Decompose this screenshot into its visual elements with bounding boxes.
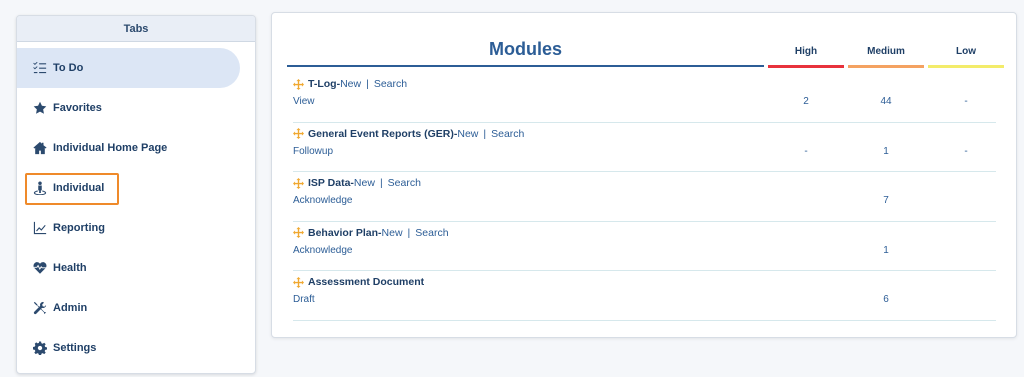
sidebar-item-individual[interactable]: Individual xyxy=(17,168,255,208)
module-row-isp-data: ISP Data - New | Search Acknowledge 7 xyxy=(293,172,996,222)
move-icon[interactable] xyxy=(293,177,304,189)
move-icon[interactable] xyxy=(293,128,304,139)
sidebar-item-settings[interactable]: Settings xyxy=(17,328,255,368)
new-link[interactable]: New xyxy=(382,227,403,239)
title-underline xyxy=(287,65,764,67)
column-header-medium: Medium xyxy=(867,46,905,57)
gear-icon xyxy=(33,341,47,355)
module-title: Assessment Document xyxy=(293,276,424,288)
sidebar-item-to-do[interactable]: To Do xyxy=(17,48,240,88)
module-action-link[interactable]: Acknowledge xyxy=(293,245,352,256)
module-name: General Event Reports (GER) xyxy=(308,127,454,140)
new-link[interactable]: New xyxy=(457,128,478,140)
link-separator: | xyxy=(407,226,411,239)
link-separator: | xyxy=(483,127,487,140)
count-low[interactable]: - xyxy=(928,146,1004,157)
search-link[interactable]: Search xyxy=(415,227,448,239)
module-title: Behavior Plan - New | Search xyxy=(293,227,449,239)
module-name: Assessment Document xyxy=(308,276,425,288)
modules-header: Modules High Medium Low xyxy=(272,13,1016,73)
sidebar-item-label: Admin xyxy=(53,302,88,314)
module-action-link[interactable]: Followup xyxy=(293,146,333,157)
sidebar-item-label: Favorites xyxy=(53,102,102,114)
module-row-ger: General Event Reports (GER) - New | Sear… xyxy=(293,123,996,172)
star-icon xyxy=(33,101,47,115)
medium-priority-bar xyxy=(848,65,924,68)
module-row-behavior-plan: Behavior Plan - New | Search Acknowledge… xyxy=(293,222,996,271)
move-icon[interactable] xyxy=(293,276,304,288)
module-action-link[interactable]: View xyxy=(293,96,315,107)
move-icon[interactable] xyxy=(293,78,304,90)
search-link[interactable]: Search xyxy=(491,128,524,140)
search-link[interactable]: Search xyxy=(388,177,421,189)
link-separator: | xyxy=(379,177,383,189)
sidebar-item-label: Individual Home Page xyxy=(53,142,168,154)
sidebar-header: Tabs xyxy=(17,16,255,42)
module-name: T-Log xyxy=(308,78,337,90)
count-high[interactable]: 2 xyxy=(768,96,844,107)
count-medium[interactable]: 6 xyxy=(848,294,924,305)
sidebar-list: To Do Favorites Individual Home Page Ind… xyxy=(17,42,255,368)
sidebar-item-label: Reporting xyxy=(53,222,105,234)
new-link[interactable]: New xyxy=(354,177,375,189)
high-priority-bar xyxy=(768,65,844,68)
todo-list-icon xyxy=(33,61,47,75)
module-row-t-log: T-Log - New | Search View 2 44 - xyxy=(293,73,996,123)
count-medium[interactable]: 1 xyxy=(848,245,924,256)
page-title: Modules xyxy=(488,39,562,59)
sidebar-item-reporting[interactable]: Reporting xyxy=(17,208,255,248)
heart-pulse-icon xyxy=(33,261,47,275)
chart-line-icon xyxy=(33,221,47,235)
sidebar-item-favorites[interactable]: Favorites xyxy=(17,88,255,128)
sidebar-item-label: Settings xyxy=(53,342,97,354)
module-row-assessment-document: Assessment Document Draft 6 xyxy=(293,271,996,321)
column-header-high: High xyxy=(794,46,818,57)
new-link[interactable]: New xyxy=(340,78,361,90)
modules-panel: Modules High Medium Low T-Log - New | Se… xyxy=(271,12,1017,338)
home-icon xyxy=(33,141,47,155)
module-action-link[interactable]: Acknowledge xyxy=(293,195,352,206)
sidebar-item-admin[interactable]: Admin xyxy=(17,288,255,328)
sidebar-item-health[interactable]: Health xyxy=(17,248,255,288)
search-link[interactable]: Search xyxy=(374,78,407,90)
sidebar-item-label: Health xyxy=(53,262,87,274)
highlight-box xyxy=(25,173,119,205)
low-priority-bar xyxy=(928,65,1004,68)
count-medium[interactable]: 44 xyxy=(848,96,924,107)
count-high[interactable]: - xyxy=(768,146,844,157)
module-name: ISP Data xyxy=(308,177,351,189)
count-medium[interactable]: 7 xyxy=(848,195,924,206)
column-header-low: Low xyxy=(956,46,976,57)
module-name: Behavior Plan xyxy=(308,226,379,239)
tabs-sidebar: Tabs To Do Favorites Individual Home Pag… xyxy=(16,15,256,374)
module-title: General Event Reports (GER) - New | Sear… xyxy=(293,128,524,140)
module-title: T-Log - New | Search xyxy=(293,78,407,90)
module-title: ISP Data - New | Search xyxy=(293,177,421,189)
move-icon[interactable] xyxy=(293,227,304,238)
sidebar-item-label: To Do xyxy=(53,62,84,74)
sidebar-item-individual-home-page[interactable]: Individual Home Page xyxy=(17,128,255,168)
count-medium[interactable]: 1 xyxy=(848,146,924,157)
module-action-link[interactable]: Draft xyxy=(293,294,315,305)
modules-list: T-Log - New | Search View 2 44 - General… xyxy=(293,73,996,321)
tools-icon xyxy=(33,301,47,315)
link-separator: | xyxy=(366,78,369,90)
count-low[interactable]: - xyxy=(928,96,1004,107)
